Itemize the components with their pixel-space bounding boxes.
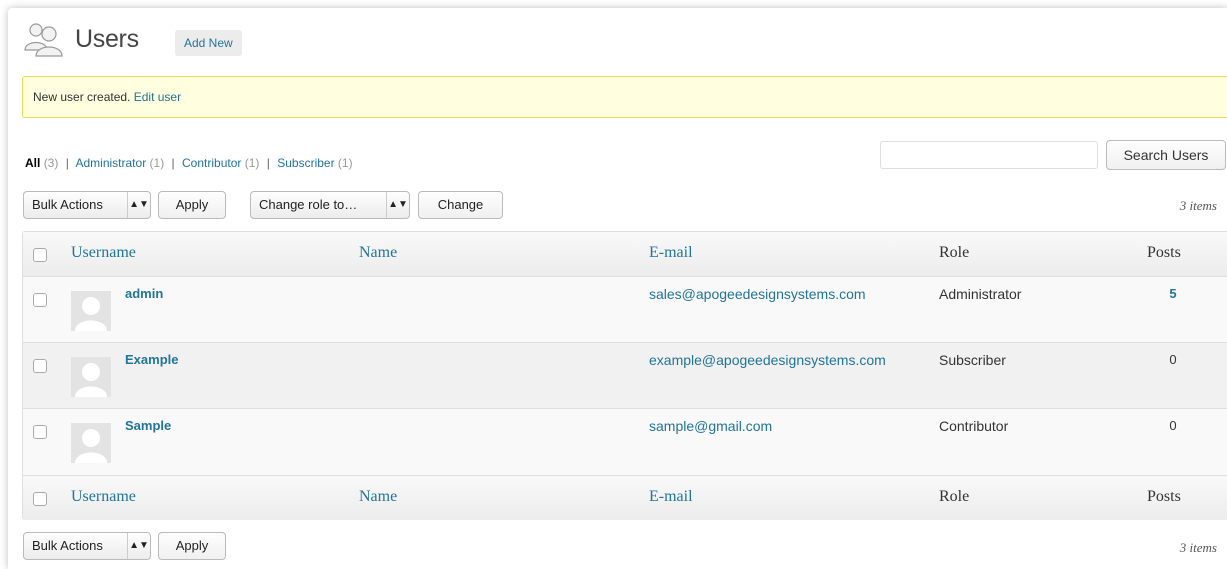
column-username[interactable]: Username (71, 244, 136, 262)
select-arrows-icon: ▲▼ (127, 192, 150, 218)
table-row: Sample sample@gmail.com Contributor 0 (23, 408, 1227, 474)
filter-administrator-count: (1) (149, 156, 165, 170)
filter-all[interactable]: All (25, 156, 40, 170)
column-name[interactable]: Name (359, 244, 397, 262)
items-count-top: 3 items (1179, 198, 1217, 213)
page-header: Users Add New (22, 20, 422, 60)
notice-text: New user created. (33, 90, 131, 104)
column-posts: Posts (1147, 244, 1181, 261)
role-filter: All (3) | Administrator (1) | Contributo… (25, 156, 353, 170)
separator: | (171, 156, 175, 170)
filter-administrator[interactable]: Administrator (76, 156, 147, 170)
column-username-footer[interactable]: Username (71, 488, 136, 506)
users-screen: Users Add New New user created. Edit use… (22, 0, 1227, 569)
bulk-actions-value: Bulk Actions (32, 538, 103, 553)
table-row: Example example@apogeedesignsystems.com … (23, 342, 1227, 408)
username-link[interactable]: Example (125, 352, 178, 367)
add-new-button[interactable]: Add New (175, 30, 242, 56)
column-name-footer[interactable]: Name (359, 488, 397, 506)
change-role-value: Change role to… (259, 197, 358, 212)
separator: | (65, 156, 69, 170)
change-role-select[interactable]: Change role to… ▲▼ (250, 191, 410, 219)
avatar (71, 357, 111, 397)
row-checkbox[interactable] (33, 293, 47, 307)
select-all-checkbox[interactable] (33, 248, 47, 262)
apply-button-top[interactable]: Apply (158, 191, 226, 219)
edit-user-link[interactable]: Edit user (134, 90, 181, 104)
notice-message: New user created. Edit user (22, 76, 1227, 118)
role-text: Subscriber (939, 352, 1006, 368)
posts-count: 0 (1169, 352, 1177, 367)
row-checkbox[interactable] (33, 425, 47, 439)
role-text: Contributor (939, 418, 1009, 434)
apply-button-bottom[interactable]: Apply (158, 532, 226, 560)
bulk-actions-value: Bulk Actions (32, 197, 103, 212)
change-button[interactable]: Change (418, 191, 503, 219)
username-link[interactable]: admin (125, 286, 163, 301)
table-header: Username Name E-mail Role Posts (23, 232, 1227, 277)
filter-all-count: (3) (43, 156, 59, 170)
column-posts-footer: Posts (1147, 488, 1181, 505)
search-input[interactable] (880, 141, 1098, 169)
items-count-bottom: 3 items (1179, 540, 1217, 555)
table-row: admin sales@apogeedesignsystems.com Admi… (23, 276, 1227, 342)
column-role-footer: Role (939, 488, 970, 505)
separator: | (266, 156, 270, 170)
role-text: Administrator (939, 286, 1022, 302)
table-footer: Username Name E-mail Role Posts (23, 475, 1227, 520)
email-link[interactable]: sales@apogeedesignsystems.com (649, 286, 866, 302)
email-link[interactable]: example@apogeedesignsystems.com (649, 352, 886, 368)
avatar (71, 291, 111, 331)
select-arrows-icon: ▲▼ (127, 533, 150, 559)
users-table: Username Name E-mail Role Posts admin sa… (22, 231, 1227, 520)
username-link[interactable]: Sample (125, 418, 171, 433)
search-users-button[interactable]: Search Users (1106, 140, 1226, 170)
users-icon (22, 20, 66, 60)
column-email-footer[interactable]: E-mail (649, 488, 693, 506)
filter-subscriber-count: (1) (337, 156, 353, 170)
page-title: Users (75, 25, 139, 53)
filter-contributor-count: (1) (244, 156, 260, 170)
select-all-checkbox-footer[interactable] (33, 492, 47, 506)
filter-subscriber[interactable]: Subscriber (277, 156, 334, 170)
row-checkbox[interactable] (33, 359, 47, 373)
avatar (71, 423, 111, 463)
column-role: Role (939, 244, 970, 261)
column-email[interactable]: E-mail (649, 244, 693, 262)
filter-contributor[interactable]: Contributor (182, 156, 241, 170)
posts-count-link[interactable]: 5 (1163, 286, 1183, 301)
bulk-actions-select-bottom[interactable]: Bulk Actions ▲▼ (23, 532, 151, 560)
posts-count: 0 (1169, 418, 1177, 433)
bulk-actions-select-top[interactable]: Bulk Actions ▲▼ (23, 191, 151, 219)
select-arrows-icon: ▲▼ (386, 192, 409, 218)
email-link[interactable]: sample@gmail.com (649, 418, 772, 434)
